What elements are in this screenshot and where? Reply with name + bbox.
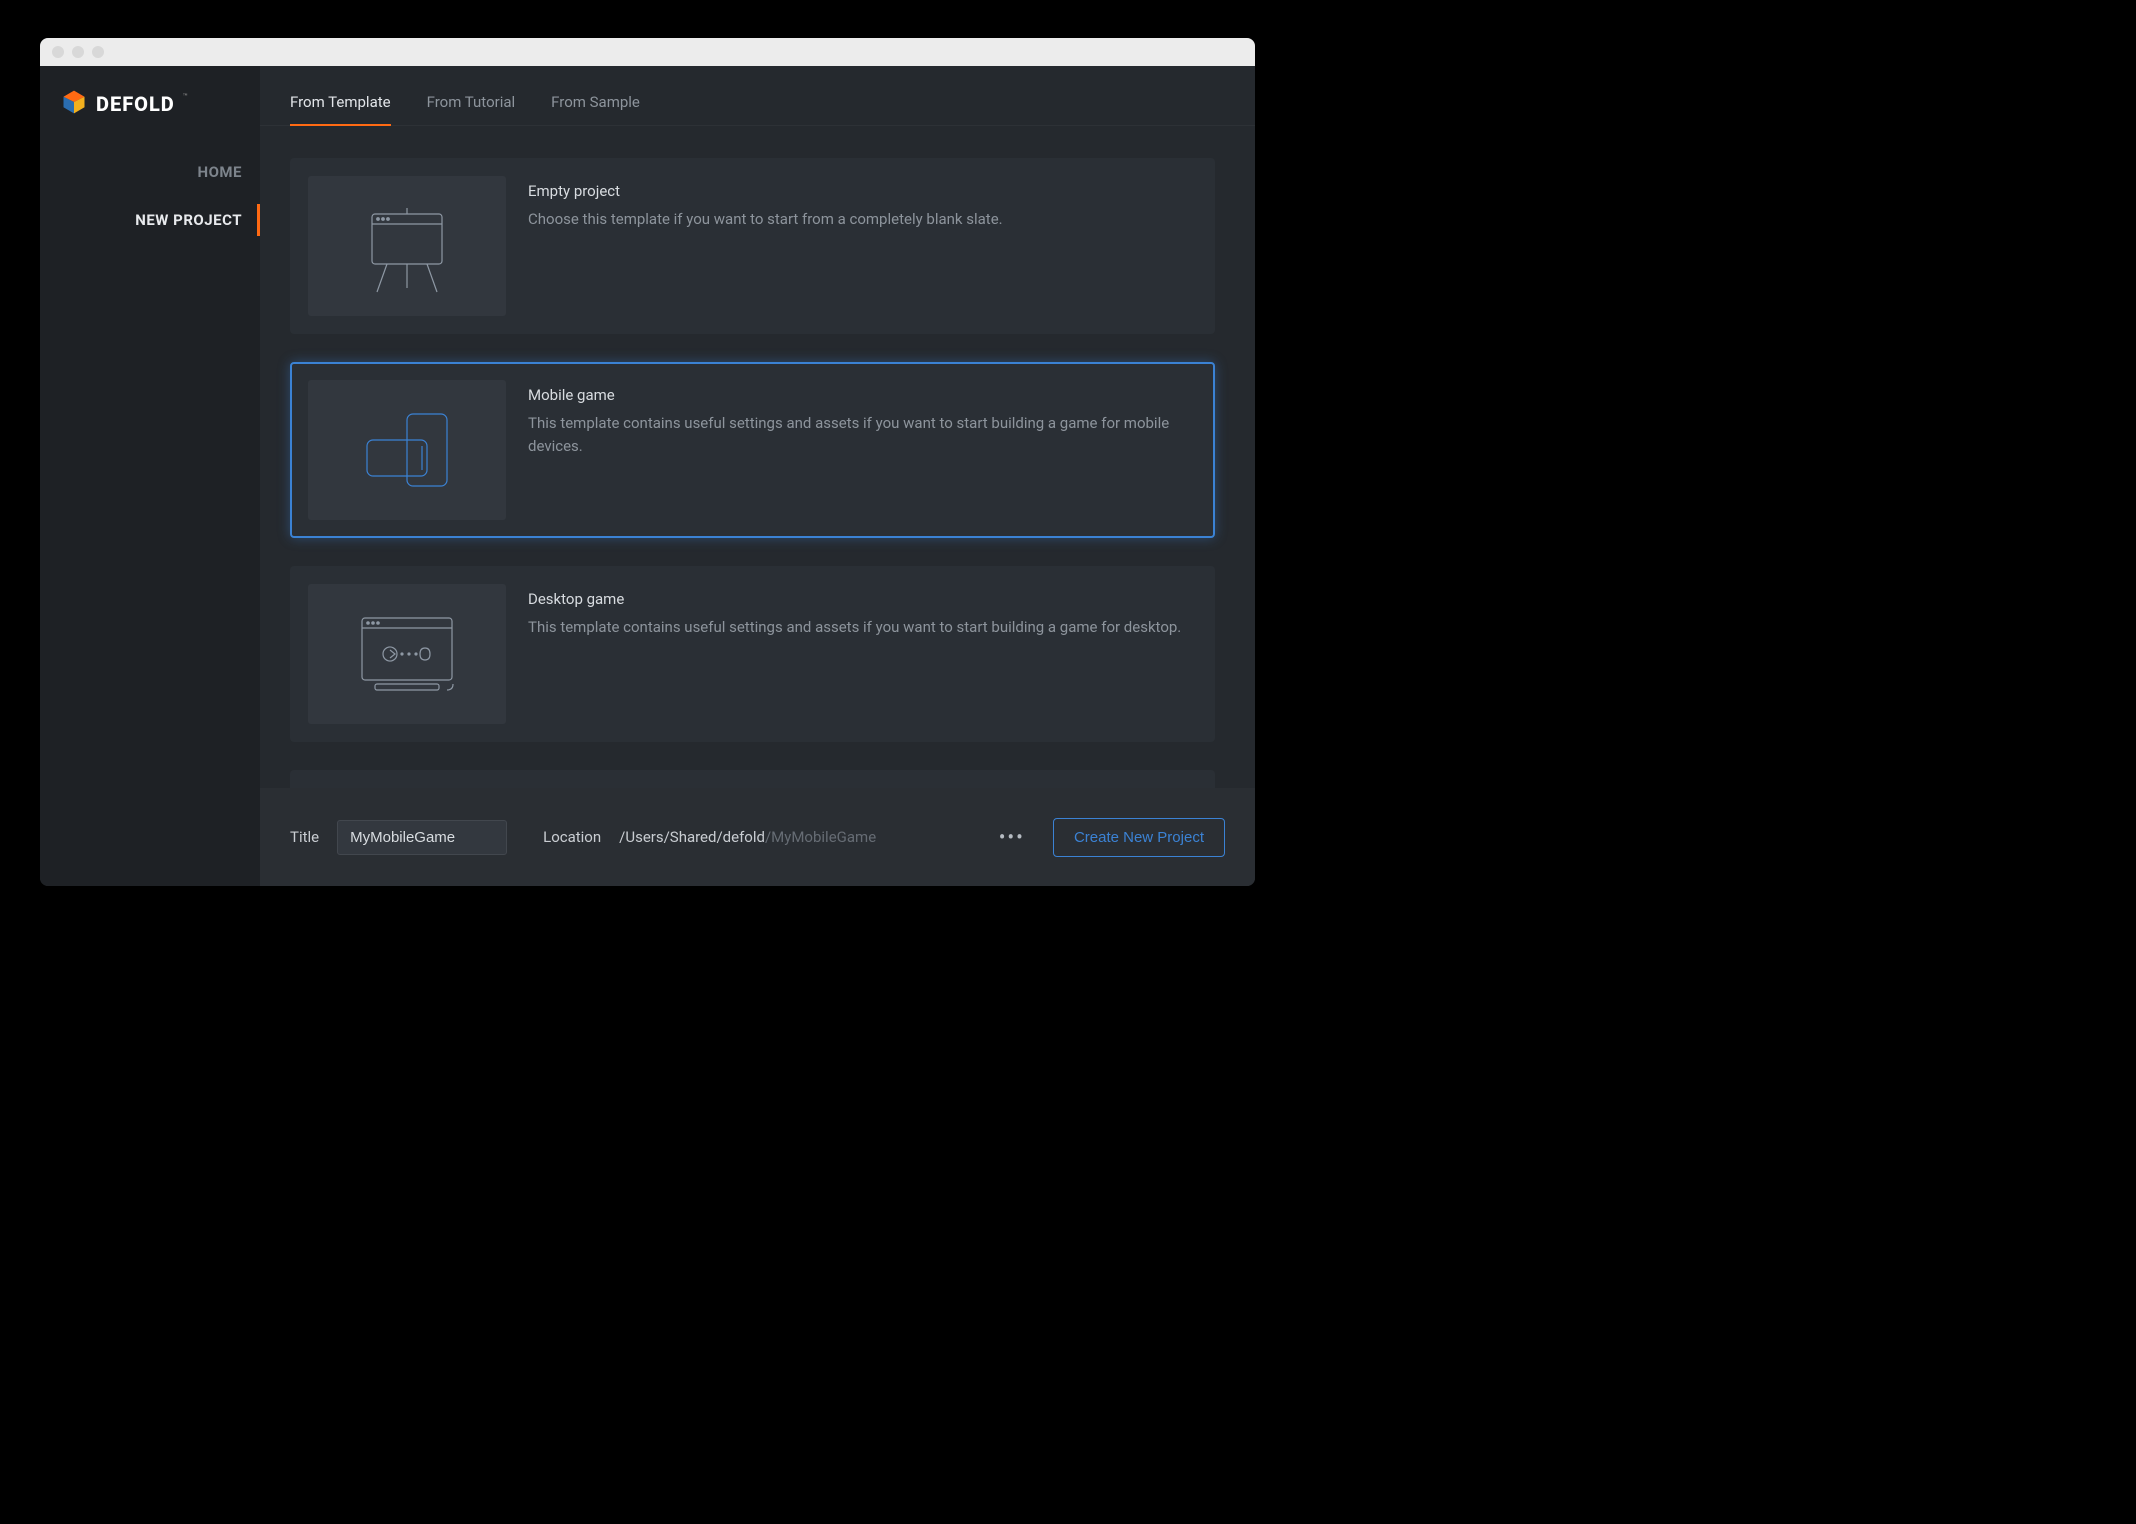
tab-from-template[interactable]: From Template — [290, 93, 391, 125]
template-title: Mobile game — [528, 386, 1191, 404]
template-card-web-monetized-game[interactable]: Web Monetized gameThis template contains… — [290, 770, 1215, 788]
main-panel: From Template From Tutorial From Sample Em… — [260, 66, 1255, 886]
templates-viewport: Empty project Choose this template if you… — [260, 126, 1255, 788]
sidebar: DEFOLD ™ HOMENEW PROJECT — [40, 66, 260, 886]
create-project-button[interactable]: Create New Project — [1053, 818, 1225, 857]
template-title: Desktop game — [528, 590, 1181, 608]
template-thumb-desktop-icon — [308, 584, 506, 724]
app-body: DEFOLD ™ HOMENEW PROJECT From TemplateFr… — [40, 66, 1255, 886]
location-browse-button[interactable]: ••• — [989, 819, 1035, 855]
template-card-empty-project[interactable]: Empty project Choose this template if you… — [290, 158, 1215, 334]
brand-logo: DEFOLD ™ — [40, 84, 260, 148]
app-window: DEFOLD ™ HOMENEW PROJECT From TemplateFr… — [40, 38, 1255, 886]
brand-tm: ™ — [183, 92, 188, 101]
window-titlebar — [40, 38, 1255, 66]
project-title-input[interactable] — [337, 820, 507, 855]
window-close-icon[interactable] — [52, 46, 64, 58]
template-thumb-mobile-icon — [308, 380, 506, 520]
tabs-row: From Template From Tutorial From Sample — [260, 66, 1255, 126]
brand-name: DEFOLD — [96, 92, 175, 116]
template-description: Choose this template if you want to star… — [528, 208, 1003, 231]
location-label: Location — [543, 828, 601, 846]
tab-from-tutorial[interactable]: From Tutorial — [427, 93, 516, 125]
template-card-desktop-game[interactable]: Desktop game This template contains usefu… — [290, 566, 1215, 742]
footer-bar: Title Location /Users/Shared/defold/MyMo… — [260, 788, 1255, 886]
window-minimize-icon[interactable] — [72, 46, 84, 58]
template-body: Empty project Choose this template if you… — [528, 176, 1003, 316]
title-label: Title — [290, 828, 319, 846]
template-title: Empty project — [528, 182, 1003, 200]
template-description: This template contains useful settings a… — [528, 616, 1181, 639]
window-zoom-icon[interactable] — [92, 46, 104, 58]
template-body: Desktop game This template contains usefu… — [528, 584, 1181, 724]
location-path: /Users/Shared/defold/MyMobileGame — [619, 828, 876, 846]
templates-list[interactable]: Empty project Choose this template if you… — [260, 126, 1255, 788]
template-description: This template contains useful settings a… — [528, 412, 1191, 459]
sidebar-item-home[interactable]: HOME — [40, 148, 260, 196]
sidebar-item-new-project[interactable]: NEW PROJECT — [40, 196, 260, 244]
defold-logo-icon — [60, 88, 88, 120]
tab-from-sample[interactable]: From Sample — [551, 93, 640, 125]
location-suffix: /MyMobileGame — [765, 828, 876, 846]
location-base: /Users/Shared/defold — [619, 828, 765, 846]
template-body: Mobile game This template contains useful… — [528, 380, 1191, 520]
template-thumb-easel-icon — [308, 176, 506, 316]
template-card-mobile-game[interactable]: Mobile game This template contains useful… — [290, 362, 1215, 538]
